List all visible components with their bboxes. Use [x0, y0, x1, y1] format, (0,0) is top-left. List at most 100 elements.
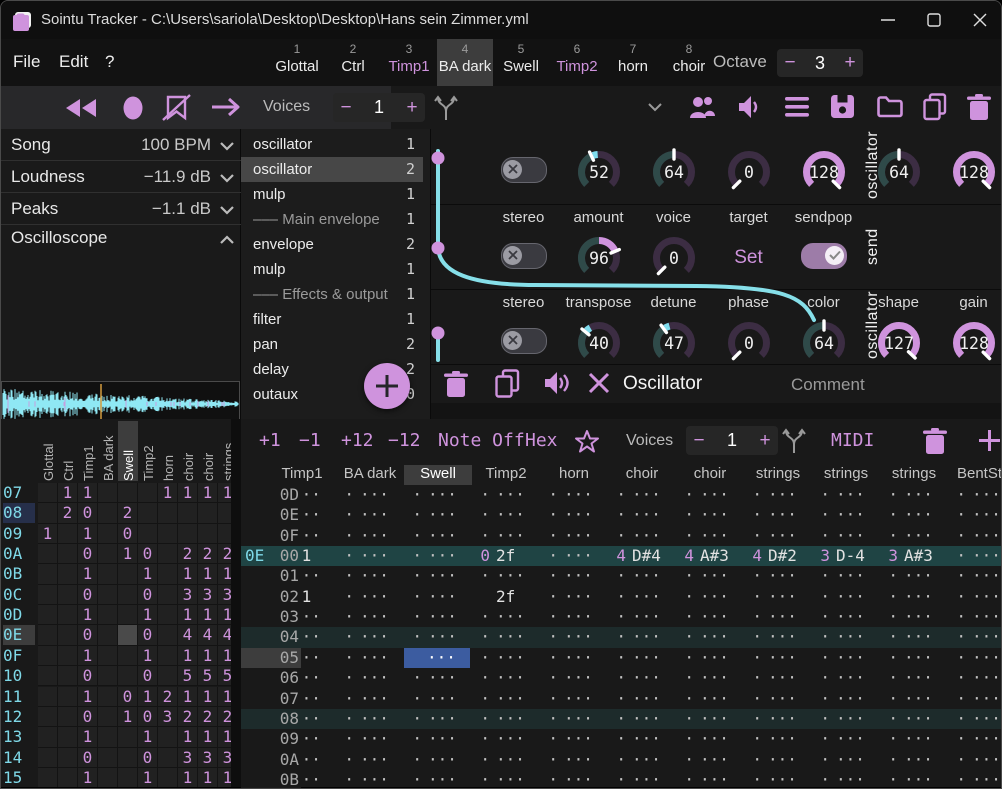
track-tab-timp2[interactable]: 6Timp2	[549, 39, 605, 86]
order-cell[interactable]	[118, 585, 138, 605]
order-cell[interactable]	[98, 625, 118, 645]
order-cell[interactable]: 1	[178, 727, 198, 747]
knob-param[interactable]: 128	[786, 145, 861, 199]
transpose-plus1-button[interactable]: +1	[259, 430, 281, 451]
disable-unit-icon[interactable]	[588, 372, 610, 394]
pattern-track-header-strings[interactable]: strings	[812, 465, 880, 485]
order-cell[interactable]: 0	[138, 748, 158, 768]
order-cell[interactable]	[98, 707, 118, 727]
hex-toggle-button[interactable]: Hex	[525, 430, 558, 451]
order-row-13[interactable]: 1311111	[1, 727, 231, 747]
order-header-choir[interactable]: choir	[201, 423, 215, 481]
pattern-row-0F[interactable]: ········································…	[241, 526, 1002, 546]
pattern-row-04[interactable]: ········································…	[241, 627, 1002, 647]
transpose-minus1-button[interactable]: −1	[299, 430, 321, 451]
order-cell[interactable]: 5	[218, 666, 231, 686]
order-row-0B[interactable]: 0B11111	[1, 564, 231, 584]
order-cell[interactable]	[58, 707, 78, 727]
menu-help[interactable]: ?	[105, 52, 114, 72]
order-cell[interactable]: 0	[78, 748, 98, 768]
pattern-row-09[interactable]: ········································…	[241, 729, 1002, 749]
order-cell[interactable]: 1	[198, 727, 218, 747]
order-cell[interactable]	[98, 524, 118, 544]
order-cell[interactable]: 0	[78, 544, 98, 564]
knob-voice[interactable]: 0	[636, 231, 711, 285]
order-cell[interactable]	[218, 524, 231, 544]
order-row-0C[interactable]: 0C00333	[1, 585, 231, 605]
order-cell[interactable]: 1	[218, 727, 231, 747]
order-cell[interactable]: 4	[198, 625, 218, 645]
knob-param[interactable]: 64	[636, 145, 711, 199]
order-cell[interactable]	[98, 768, 118, 788]
order-row-11[interactable]: 111012111	[1, 687, 231, 707]
order-header-glottal[interactable]: Glottal	[41, 423, 55, 481]
track-tab-ba-dark[interactable]: 4BA dark	[437, 39, 493, 86]
stop-button[interactable]	[12, 14, 30, 32]
order-cell[interactable]: 1	[38, 524, 58, 544]
order-cell[interactable]	[158, 646, 178, 666]
order-cell[interactable]: 2	[198, 707, 218, 727]
order-cell[interactable]	[38, 585, 58, 605]
star-icon[interactable]	[574, 429, 600, 455]
order-cell[interactable]: 1	[218, 768, 231, 788]
order-cell[interactable]: 1	[198, 687, 218, 707]
order-cell[interactable]	[98, 605, 118, 625]
pattern-track-header-swell[interactable]: Swell	[404, 465, 472, 485]
order-cell[interactable]	[158, 503, 178, 523]
order-cell[interactable]: 0	[138, 707, 158, 727]
order-cell[interactable]	[118, 646, 138, 666]
order-cell[interactable]: 1	[118, 707, 138, 727]
order-cell[interactable]: 1	[198, 564, 218, 584]
rewind-button[interactable]	[63, 97, 99, 119]
menu-edit[interactable]: Edit	[59, 52, 88, 72]
order-cell[interactable]: 1	[78, 687, 98, 707]
open-folder-icon[interactable]	[877, 96, 903, 118]
knob-param[interactable]: 64	[861, 145, 936, 199]
order-cell[interactable]: 2	[218, 544, 231, 564]
order-cell[interactable]	[98, 727, 118, 747]
order-cell[interactable]	[98, 503, 118, 523]
order-cell[interactable]	[38, 687, 58, 707]
order-cell[interactable]	[58, 666, 78, 686]
order-cell[interactable]: 3	[218, 585, 231, 605]
octave-decrement-button[interactable]: −	[777, 52, 803, 74]
order-cell[interactable]: 3	[178, 585, 198, 605]
order-cell[interactable]	[118, 768, 138, 788]
voices-increment-button[interactable]: +	[399, 97, 425, 119]
order-cell[interactable]	[58, 585, 78, 605]
order-cell[interactable]: 1	[78, 646, 98, 666]
pattern-track-header-bentstr[interactable]: BentStr	[948, 465, 1002, 485]
order-cell[interactable]	[58, 544, 78, 564]
order-cell[interactable]: 1	[218, 564, 231, 584]
order-cell[interactable]	[198, 524, 218, 544]
note-off-button[interactable]: Note Off	[438, 430, 525, 451]
track-tab-swell[interactable]: 5Swell	[493, 39, 549, 86]
order-row-08[interactable]: 08202	[1, 503, 231, 523]
pattern-row-00[interactable]: -1········02f····4D#44A#34D#23D-43A#3···…	[241, 546, 1002, 566]
order-cell[interactable]	[118, 483, 138, 503]
order-cell[interactable]: 5	[198, 666, 218, 686]
unit-item-pan[interactable]: pan2	[241, 332, 423, 357]
midi-button[interactable]: MIDI	[831, 430, 874, 451]
maximize-button[interactable]	[911, 1, 957, 39]
order-row-0F[interactable]: 0F11111	[1, 646, 231, 666]
order-cell[interactable]: 1	[138, 768, 158, 788]
pattern-row-03[interactable]: ········································…	[241, 607, 1002, 627]
order-cell[interactable]: 2	[158, 687, 178, 707]
order-cell[interactable]	[158, 727, 178, 747]
unit-item-mulp[interactable]: mulp1	[241, 182, 423, 207]
order-cell[interactable]	[138, 524, 158, 544]
order-cell[interactable]: 1	[218, 646, 231, 666]
knob-shape[interactable]: 127	[861, 316, 936, 370]
order-cell[interactable]	[38, 666, 58, 686]
order-cell[interactable]: 1	[178, 483, 198, 503]
order-cell[interactable]	[158, 564, 178, 584]
order-cell[interactable]: 1	[78, 483, 98, 503]
pattern-track-header-choir[interactable]: choir	[676, 465, 744, 485]
knob-param[interactable]: 52	[561, 145, 636, 199]
loudness-row[interactable]: Loudness −11.9 dB	[1, 161, 241, 193]
order-cell[interactable]: 1	[218, 483, 231, 503]
order-row-0A[interactable]: 0A010222	[1, 544, 231, 564]
order-cell[interactable]: 1	[178, 646, 198, 666]
order-header-horn[interactable]: horn	[161, 423, 175, 481]
